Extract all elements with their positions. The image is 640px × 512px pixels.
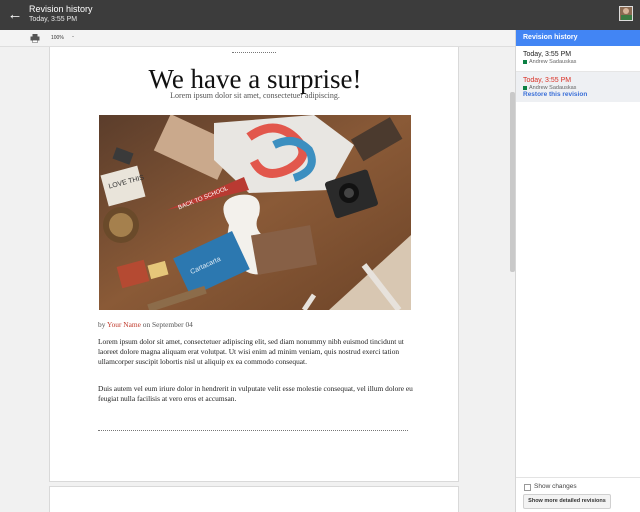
revision-time: Today, 3:55 PM bbox=[523, 51, 572, 58]
page-subtitle: Today, 3:55 PM bbox=[29, 16, 78, 23]
revision-item[interactable]: Today, 3:55 PM Andrew Sadauskas bbox=[516, 46, 640, 72]
document-area: We have a surprise! Lorem ipsum dolor si… bbox=[0, 47, 515, 512]
show-changes-label: Show changes bbox=[534, 483, 577, 490]
panel-title: Revision history bbox=[516, 30, 640, 46]
panel-footer: Show changes Show more detailed revision… bbox=[516, 477, 640, 512]
user-color-dot bbox=[523, 60, 527, 64]
paragraph: Lorem ipsum dolor sit amet, consectetuer… bbox=[98, 337, 404, 367]
revision-user: Andrew Sadauskas bbox=[529, 59, 577, 65]
divider bbox=[98, 430, 408, 431]
document-page-2 bbox=[49, 486, 459, 512]
show-changes-checkbox[interactable] bbox=[524, 484, 531, 491]
document-headline: We have a surprise! bbox=[148, 64, 362, 94]
author-link[interactable]: Your Name bbox=[107, 320, 141, 329]
page-title: Revision history bbox=[29, 4, 93, 14]
document-page: We have a surprise! Lorem ipsum dolor si… bbox=[49, 47, 459, 482]
byline: by Your Name on September 04 bbox=[98, 320, 193, 330]
back-arrow-icon[interactable]: ← bbox=[6, 6, 24, 24]
chevron-down-icon[interactable]: - bbox=[72, 33, 74, 41]
byline-prefix: by bbox=[98, 320, 107, 329]
avatar[interactable] bbox=[619, 6, 633, 21]
toolbar: 100% - bbox=[0, 30, 515, 47]
print-icon[interactable] bbox=[30, 34, 40, 43]
revision-panel: Revision history Today, 3:55 PM Andrew S… bbox=[515, 30, 640, 512]
zoom-select[interactable]: 100% bbox=[51, 34, 64, 42]
more-revisions-button[interactable]: Show more detailed revisions bbox=[523, 494, 611, 509]
divider bbox=[232, 52, 276, 53]
app-header: ← Revision history Today, 3:55 PM bbox=[0, 0, 640, 30]
paragraph: Duis autem vel eum iriure dolor in hendr… bbox=[98, 384, 413, 404]
desk-photo: LOVE THIS BACK TO SCHOOL Cartacarta bbox=[99, 115, 411, 310]
revision-time: Today, 3:55 PM bbox=[523, 77, 572, 84]
document-lead: Lorem ipsum dolor sit amet, consectetuer… bbox=[170, 91, 340, 100]
restore-revision-link[interactable]: Restore this revision bbox=[523, 90, 587, 99]
byline-date: on September 04 bbox=[140, 320, 193, 329]
